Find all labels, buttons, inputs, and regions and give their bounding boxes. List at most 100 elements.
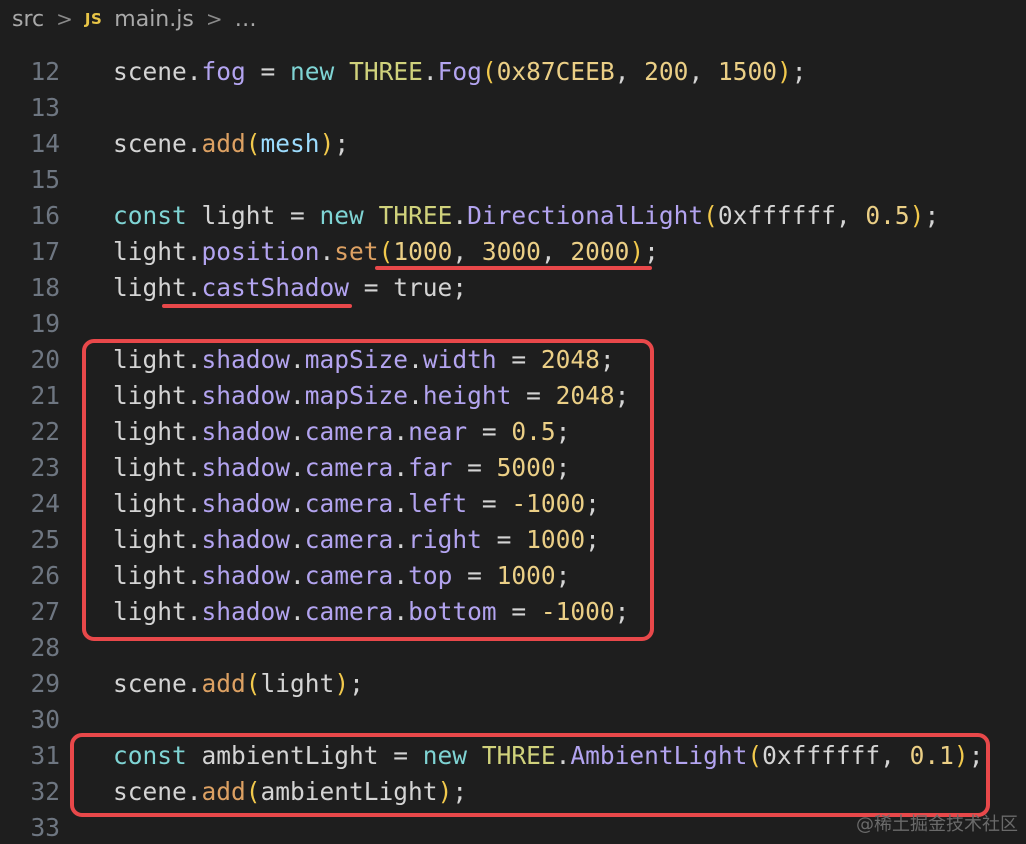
code-token: add <box>201 129 246 158</box>
code-token: ; <box>644 237 659 266</box>
code-token: const <box>113 201 187 230</box>
underline-cast-shadow <box>162 304 352 308</box>
line-number: 12 <box>30 57 60 86</box>
code-line[interactable]: 16 const light = new THREE.DirectionalLig… <box>0 198 1026 234</box>
javascript-file-icon: JS <box>84 10 103 28</box>
code-token: 200 <box>644 57 689 86</box>
code-text: scene.fog = new THREE.Fog(0x87CEEB, 200,… <box>113 54 807 90</box>
line-number: 31 <box>30 741 60 770</box>
code-token: , <box>452 237 482 266</box>
chevron-right-icon: > <box>56 7 73 31</box>
highlight-box-ambient-light <box>70 733 990 817</box>
line-number: 32 <box>30 777 60 806</box>
code-token: 3000 <box>481 237 541 266</box>
code-line[interactable]: 18 light.castShadow = true; <box>0 270 1026 306</box>
code-line[interactable]: 13 <box>0 90 1026 126</box>
code-token: add <box>201 669 246 698</box>
underline-position-args <box>375 266 652 270</box>
code-token: new <box>290 57 335 86</box>
code-token: = true; <box>349 273 468 302</box>
line-number: 20 <box>30 345 60 374</box>
code-token: fog <box>201 57 246 86</box>
line-number: 13 <box>30 93 60 122</box>
code-token: set <box>334 237 379 266</box>
code-text: scene.add(light); <box>113 666 364 702</box>
code-text: light.castShadow = true; <box>113 270 467 306</box>
code-token: , <box>614 57 645 86</box>
code-token: light. <box>113 273 202 302</box>
code-token: , <box>688 57 718 86</box>
code-text: const light = new THREE.DirectionalLight… <box>113 198 939 234</box>
code-token: ; <box>791 57 807 86</box>
watermark: @稀土掘金技术社区 <box>856 814 1018 835</box>
breadcrumb: src > JS main.js > … <box>0 0 1026 38</box>
code-token: THREE <box>349 57 423 86</box>
code-token: ) <box>776 57 792 86</box>
code-token: DirectionalLight <box>467 201 704 230</box>
breadcrumb-more[interactable]: … <box>235 7 257 32</box>
code-token: THREE <box>378 201 453 230</box>
code-token: castShadow <box>201 273 350 302</box>
line-number: 28 <box>30 633 60 662</box>
code-token: ( <box>378 237 394 266</box>
line-number: 22 <box>30 417 60 446</box>
line-number: 21 <box>30 381 60 410</box>
line-number: 19 <box>30 309 60 338</box>
code-line[interactable]: 12 scene.fog = new THREE.Fog(0x87CEEB, 20… <box>0 54 1026 90</box>
code-token: ( <box>245 129 261 158</box>
breadcrumb-file[interactable]: main.js <box>114 7 194 32</box>
code-token: ) <box>909 201 925 230</box>
code-text: scene.add(mesh); <box>113 126 349 162</box>
code-token: mesh <box>260 129 320 158</box>
code-text: light.position.set(1000, 3000, 2000); <box>113 234 659 270</box>
line-number: 17 <box>30 237 60 266</box>
code-token: ) <box>334 669 350 698</box>
code-line[interactable]: 19 <box>0 306 1026 342</box>
code-token: 0xffffff <box>717 201 836 230</box>
code-token: ( <box>703 201 718 230</box>
code-token: . <box>422 57 438 86</box>
code-token: ( <box>245 669 261 698</box>
line-number: 25 <box>30 525 60 554</box>
code-line[interactable]: 17 light.position.set(1000, 3000, 2000); <box>0 234 1026 270</box>
code-token: Fog <box>437 57 482 86</box>
highlight-box-shadow-config <box>82 339 654 641</box>
code-token: light <box>260 669 335 698</box>
code-token: 2000 <box>570 237 630 266</box>
code-token: ; <box>924 201 940 230</box>
line-number: 15 <box>30 165 60 194</box>
line-number: 23 <box>30 453 60 482</box>
line-number: 14 <box>30 129 60 158</box>
code-token: . <box>319 237 335 266</box>
code-token: ) <box>319 129 335 158</box>
code-token: ) <box>629 237 645 266</box>
line-number: 33 <box>30 813 60 842</box>
line-number: 26 <box>30 561 60 590</box>
breadcrumb-folder[interactable]: src <box>12 7 44 32</box>
code-token: , <box>835 201 866 230</box>
code-token: = <box>245 57 291 86</box>
chevron-right-icon: > <box>205 7 223 31</box>
line-number: 27 <box>30 597 60 626</box>
code-line[interactable]: 29 scene.add(light); <box>0 666 1026 702</box>
code-token: ( <box>481 57 497 86</box>
editor-window: src > JS main.js > … 12 scene.fog = new T… <box>0 0 1026 844</box>
code-token: 0.5 <box>865 201 910 230</box>
code-line[interactable]: 14 scene.add(mesh); <box>0 126 1026 162</box>
code-token: 1500 <box>717 57 777 86</box>
line-number: 18 <box>30 273 60 302</box>
line-number: 24 <box>30 489 60 518</box>
line-number: 30 <box>30 705 60 734</box>
code-token: ; <box>334 129 350 158</box>
code-token: scene. <box>113 129 202 158</box>
code-token: , <box>540 237 571 266</box>
code-token: scene. <box>113 57 202 86</box>
code-line[interactable]: 15 <box>0 162 1026 198</box>
line-number: 16 <box>30 201 60 230</box>
line-number: 29 <box>30 669 60 698</box>
code-token: position <box>201 237 320 266</box>
code-token: new <box>319 201 364 230</box>
code-token: 0x87CEEB <box>496 57 615 86</box>
